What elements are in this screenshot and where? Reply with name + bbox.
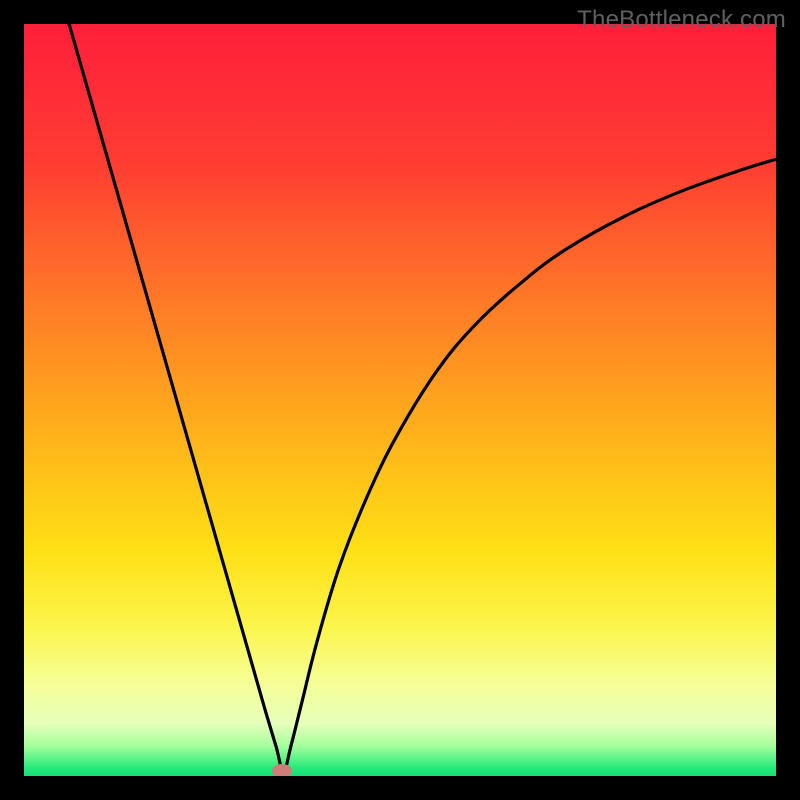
plot-area	[24, 24, 776, 776]
optimum-marker	[272, 764, 292, 776]
bottleneck-curve	[24, 24, 776, 776]
chart-outer: TheBottleneck.com	[0, 0, 800, 800]
watermark-text: TheBottleneck.com	[577, 6, 786, 34]
